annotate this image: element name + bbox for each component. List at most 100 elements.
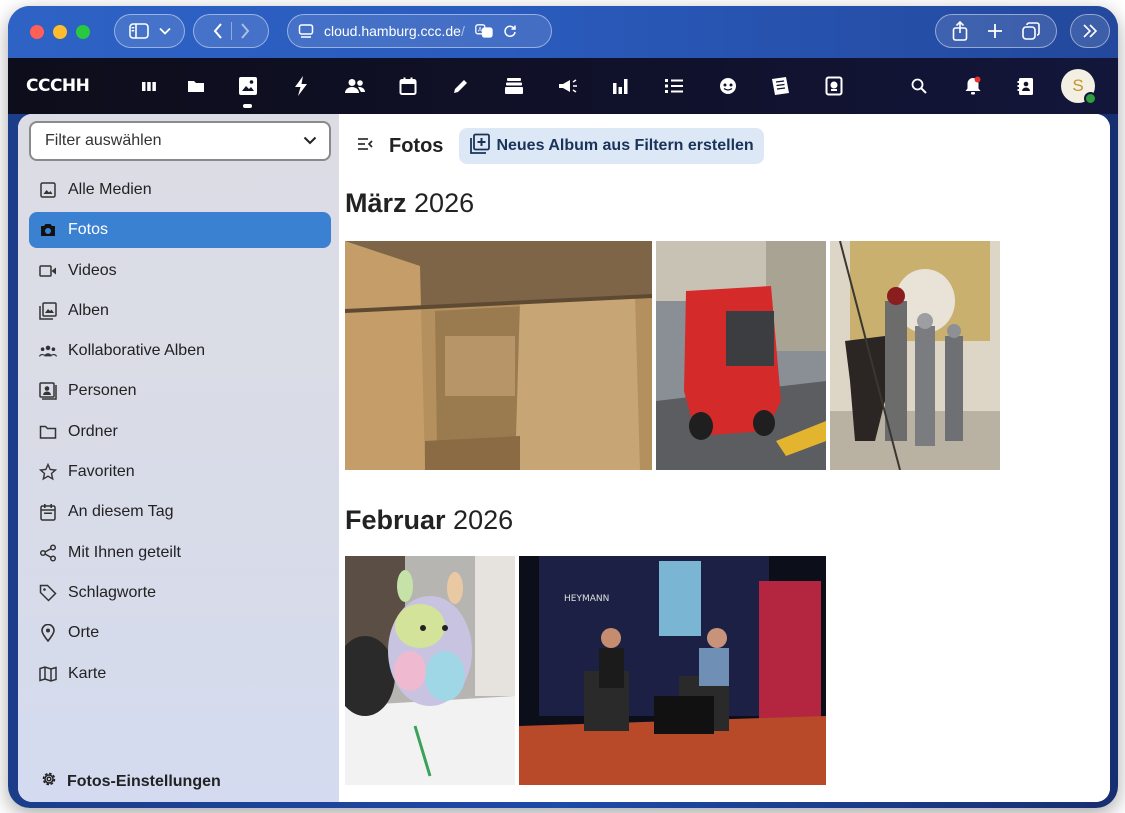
app-content: Filter auswählen Alle Medien Fotos Video…	[18, 114, 1110, 802]
sidebar-item-label: Favoriten	[68, 463, 135, 481]
dashboard-icon[interactable]	[135, 72, 163, 100]
image-icon	[39, 181, 57, 199]
sidebar-item-videos[interactable]: Videos	[29, 253, 331, 289]
announcements-icon[interactable]	[554, 72, 582, 100]
translate-icon[interactable]: A	[475, 24, 493, 38]
photos-settings-button[interactable]: Fotos-Einstellungen	[40, 770, 221, 793]
star-icon	[39, 463, 57, 481]
forms-icon[interactable]	[767, 72, 795, 100]
person-icon	[39, 382, 57, 401]
tasks-icon[interactable]	[660, 72, 688, 100]
gear-icon	[40, 770, 58, 793]
close-window-button[interactable]	[30, 25, 44, 39]
video-icon	[39, 262, 57, 280]
analytics-icon[interactable]	[606, 72, 634, 100]
minimize-window-button[interactable]	[53, 25, 67, 39]
sidebar-item-an-diesem-tag[interactable]: An diesem Tag	[29, 494, 331, 530]
sidebar-item-label: Ordner	[68, 422, 118, 440]
sidebar: Filter auswählen Alle Medien Fotos Video…	[18, 114, 339, 802]
cookbook-icon[interactable]	[820, 72, 848, 100]
browser-toolbar: cloud.hamburg.ccc.de/ A	[8, 6, 1118, 58]
sidebar-item-label: Alben	[68, 301, 109, 319]
double-chevron-right-icon	[1082, 24, 1098, 38]
browser-actions	[935, 14, 1057, 48]
logo[interactable]: CCCHH	[26, 72, 90, 100]
new-tab-icon[interactable]	[987, 23, 1003, 39]
share-icon[interactable]	[952, 21, 968, 41]
photo-thumbnail[interactable]	[345, 241, 652, 470]
notifications-icon[interactable]	[959, 72, 987, 100]
back-icon[interactable]	[213, 23, 223, 39]
filter-select-label: Filter auswählen	[45, 132, 162, 149]
sidebar-item-label: Orte	[68, 624, 100, 642]
sidebar-icon	[128, 23, 149, 39]
browser-window: cloud.hamburg.ccc.de/ A CCCHH S Filter a…	[8, 6, 1118, 808]
settings-label: Fotos-Einstellungen	[67, 772, 221, 790]
browser-sidebar-toggle[interactable]	[114, 14, 185, 48]
location-icon	[39, 624, 57, 643]
active-app-indicator	[243, 104, 252, 108]
share-icon	[39, 544, 57, 562]
toggle-navigation-icon[interactable]	[357, 137, 373, 156]
forward-icon[interactable]	[240, 23, 250, 39]
filter-select[interactable]: Filter auswählen	[29, 121, 331, 161]
people-icon	[39, 342, 57, 360]
sidebar-item-label: Videos	[68, 261, 117, 279]
sidebar-nav: Alle Medien Fotos Videos Alben Kollabora…	[29, 172, 331, 696]
avatar[interactable]: S	[1061, 69, 1097, 105]
photo-thumbnail[interactable]	[345, 556, 515, 785]
sidebar-item-fotos[interactable]: Fotos	[29, 212, 331, 249]
deck-icon[interactable]	[500, 72, 528, 100]
sidebar-item-personen[interactable]: Personen	[29, 373, 331, 409]
calendar-icon[interactable]	[394, 72, 422, 100]
new-album-label: Neues Album aus Filtern erstellen	[496, 137, 754, 154]
avatar-letter: S	[1072, 76, 1084, 95]
chevron-down-icon	[158, 27, 171, 35]
camera-icon	[39, 221, 57, 239]
calendar-icon	[39, 503, 57, 522]
face-icon[interactable]	[714, 72, 742, 100]
sidebar-item-label: Alle Medien	[68, 181, 152, 198]
browser-more-button[interactable]	[1070, 14, 1110, 48]
main-content: Fotos Neues Album aus Filtern erstellen …	[339, 114, 1110, 802]
main-header: Fotos Neues Album aus Filtern erstellen	[357, 126, 764, 166]
sidebar-item-label: Karte	[68, 664, 107, 682]
photo-thumbnail[interactable]: HEYMANN	[519, 556, 826, 785]
sidebar-item-schlagworte[interactable]: Schlagworte	[29, 575, 331, 611]
files-icon[interactable]	[182, 72, 210, 100]
svg-text:HEYMANN: HEYMANN	[564, 594, 609, 604]
sidebar-item-mit-ihnen-geteilt[interactable]: Mit Ihnen geteilt	[29, 535, 331, 571]
activity-icon[interactable]	[287, 72, 315, 100]
folder-icon	[39, 423, 57, 441]
sidebar-item-ordner[interactable]: Ordner	[29, 414, 331, 450]
sidebar-item-label: An diesem Tag	[68, 503, 174, 521]
sidebar-item-label: Kollaborative Alben	[68, 342, 205, 360]
notes-icon[interactable]	[447, 72, 475, 100]
sidebar-item-label: Mit Ihnen geteilt	[68, 543, 181, 561]
sidebar-item-alle-medien[interactable]: Alle Medien	[29, 172, 331, 208]
sidebar-item-label: Schlagworte	[68, 583, 157, 601]
browser-nav-buttons	[193, 14, 269, 48]
page-menu-icon[interactable]	[298, 23, 314, 39]
month-heading: Februar 2026	[345, 505, 514, 535]
tab-overview-icon[interactable]	[1022, 22, 1041, 40]
photos-icon[interactable]	[234, 72, 262, 100]
sidebar-item-label: Personen	[68, 382, 137, 400]
address-bar[interactable]: cloud.hamburg.ccc.de/ A	[287, 14, 552, 48]
status-online-icon	[1084, 92, 1097, 105]
album-icon	[39, 302, 57, 320]
contacts-icon[interactable]	[341, 72, 369, 100]
sidebar-item-alben[interactable]: Alben	[29, 293, 331, 329]
sidebar-item-karte[interactable]: Karte	[29, 656, 331, 692]
search-icon[interactable]	[905, 72, 933, 100]
sidebar-item-orte[interactable]: Orte	[29, 615, 331, 651]
sidebar-item-favoriten[interactable]: Favoriten	[29, 454, 331, 490]
reload-icon[interactable]	[503, 24, 517, 38]
zoom-window-button[interactable]	[76, 25, 90, 39]
new-album-button[interactable]: Neues Album aus Filtern erstellen	[459, 128, 764, 164]
month-heading: März 2026	[345, 188, 475, 218]
contacts-menu-icon[interactable]	[1012, 72, 1040, 100]
sidebar-item-kollaborative-alben[interactable]: Kollaborative Alben	[29, 333, 331, 369]
photo-thumbnail[interactable]	[656, 241, 826, 470]
photo-thumbnail[interactable]	[830, 241, 1000, 470]
